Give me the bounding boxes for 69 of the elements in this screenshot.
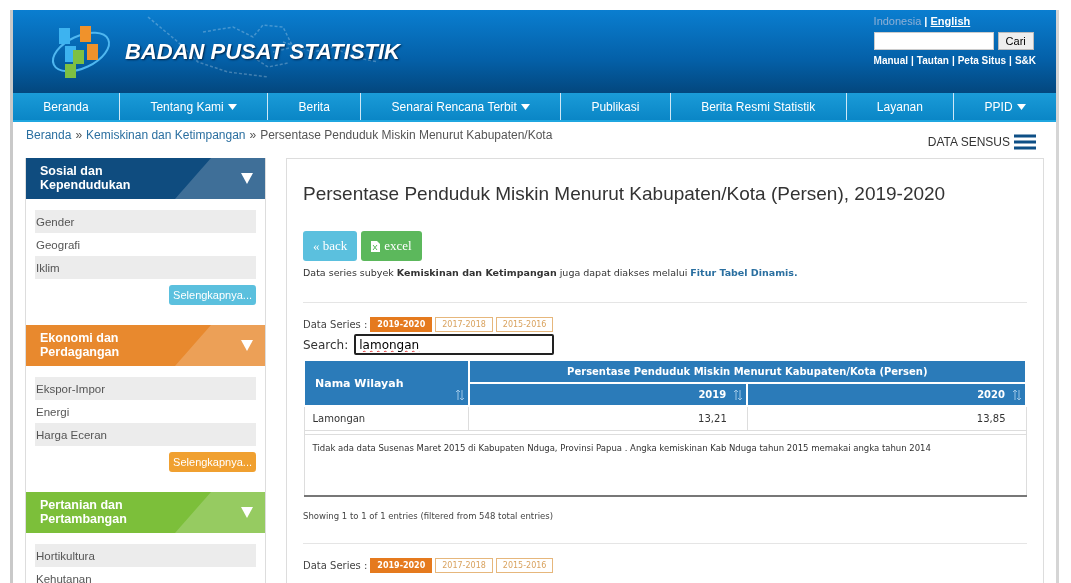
sidebar-item[interactable]: Gender (35, 210, 256, 233)
search-button[interactable]: Cari (997, 32, 1034, 50)
series-tab[interactable]: 2015-2016 (495, 317, 554, 332)
sidebar-item[interactable]: Energi (35, 400, 256, 423)
table-note: Tidak ada data Susenas Maret 2015 di Kabupaten Nduga, Provinsi Papua . Angka kemiskinan Kab Nduga tahun 2015 memakai angka tahun 2014 (304, 434, 1026, 496)
sort-icon[interactable] (1013, 390, 1021, 400)
dropdown-icon[interactable] (241, 340, 253, 351)
excel-button[interactable]: excel (361, 231, 422, 261)
table-cell: 13,85 (747, 406, 1026, 431)
entries-info: Showing 1 to 1 of 1 entries (filtered from 548 total entries) (303, 511, 554, 521)
series-tab[interactable]: 2015-2016 (495, 558, 554, 573)
series-tab[interactable]: 2017-2018 (435, 558, 493, 573)
nav-item[interactable]: Tentang Kami (120, 93, 269, 120)
header-link[interactable]: Manual (873, 55, 909, 66)
category-title: Sosial dan Kependudukan (40, 165, 131, 192)
column-header[interactable]: 2019 (468, 383, 748, 406)
separator: | (923, 15, 929, 27)
nav-item[interactable]: Senarai Rencana Terbit (361, 93, 562, 120)
sort-icon[interactable] (455, 390, 464, 400)
separator: | (1009, 55, 1012, 66)
file-icon (371, 240, 381, 252)
site-name: BADAN PUSAT STATISTIK (125, 38, 400, 65)
series-label: Data Series : (303, 319, 368, 330)
nav-item[interactable]: Berita Resmi Statistik (670, 93, 847, 120)
search-field[interactable] (873, 32, 994, 50)
breadcrumb-link[interactable]: Kemiskinan dan Ketimpangan (86, 128, 246, 142)
sidebar-item[interactable]: Kehutanan (35, 567, 256, 583)
nav-item[interactable]: Layanan (846, 93, 955, 120)
header-link[interactable]: Peta Situs (957, 55, 1007, 66)
category-header[interactable]: Ekonomi dan Perdagangan (26, 325, 265, 366)
column-header[interactable]: Nama Wilayah (304, 360, 469, 406)
series-label: Data Series : (303, 560, 368, 571)
nav-item[interactable]: Beranda (13, 93, 121, 120)
separator: » (249, 128, 257, 142)
series-tab[interactable]: 2019-2020 (370, 558, 433, 573)
info-text: Data series subyek Kemiskinan dan Ketimpangan juga dapat diakses melalui Fitur Tabel Dinamis. (303, 267, 798, 278)
column-header[interactable]: 2020 (747, 383, 1026, 406)
category-title: Pertanian dan Pertambangan (40, 499, 127, 526)
column-group-header: Persentase Penduduk Miskin Menurut Kabupaten/Kota (Persen) (468, 360, 1026, 383)
breadcrumb-current: Persentase Penduduk Miskin Menurut Kabupaten/Kota (260, 128, 553, 142)
sidebar-item[interactable]: Hortikultura (35, 544, 256, 567)
category-header[interactable]: Sosial dan Kependudukan (26, 158, 265, 199)
sidebar-item[interactable]: Iklim (35, 256, 256, 279)
header-link[interactable]: S&K (1014, 55, 1036, 66)
sidebar-item[interactable]: Ekspor-Impor (35, 377, 256, 400)
page-title: Persentase Penduduk Miskin Menurut Kabupaten/Kota (Persen), 2019-2020 (303, 183, 947, 205)
search-label: Search: (303, 337, 349, 352)
sidebar-item[interactable]: Harga Eceran (35, 423, 256, 446)
nav-item[interactable]: Berita (268, 93, 362, 120)
dropdown-icon[interactable] (241, 173, 253, 184)
dynamic-table-link[interactable]: Fitur Tabel Dinamis. (690, 267, 798, 278)
table-cell: Lamongan (304, 406, 469, 431)
data-sensus-label[interactable]: DATA SENSUS (927, 135, 1010, 149)
breadcrumb-link[interactable]: Beranda (26, 128, 72, 142)
series-tab[interactable]: 2017-2018 (435, 317, 493, 332)
separator: | (951, 55, 955, 66)
nav-item[interactable]: PPID (954, 93, 1056, 120)
separator: » (75, 128, 83, 142)
language-link[interactable]: English (930, 15, 971, 27)
menu-icon[interactable] (1014, 134, 1036, 150)
separator: | (911, 55, 914, 66)
category-title: Ekonomi dan Perdagangan (40, 332, 120, 359)
header-link[interactable]: Tautan (916, 55, 949, 66)
sidebar-item[interactable]: Geografi (35, 233, 256, 256)
table-cell: 13,21 (468, 406, 748, 431)
search-field[interactable]: lamongan (354, 334, 555, 355)
series-tab[interactable]: 2019-2020 (370, 317, 433, 332)
sort-icon[interactable] (734, 390, 743, 400)
nav-item[interactable]: Publikasi (561, 93, 671, 120)
